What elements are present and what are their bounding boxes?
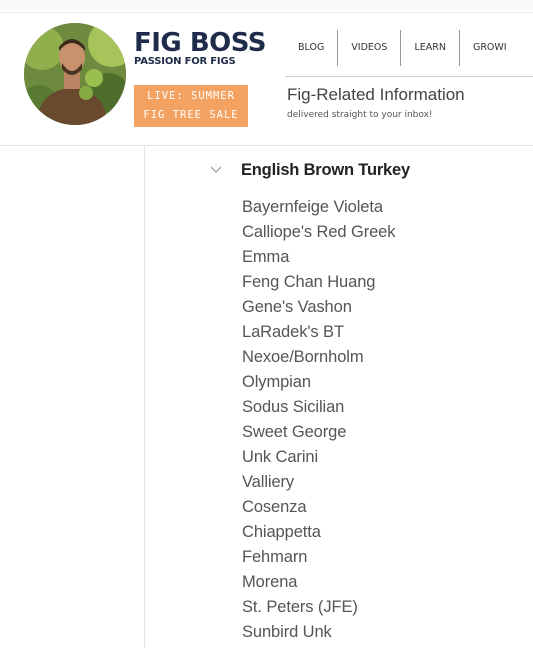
list-item[interactable]: Nexoe/Bornholm bbox=[242, 345, 395, 370]
list-item[interactable]: Sweet George bbox=[242, 420, 395, 445]
list-item[interactable]: Unk Carini bbox=[242, 445, 395, 470]
site-header: FIG BOSS PASSION FOR FIGS BLOG VIDEOS LE… bbox=[0, 13, 533, 146]
nav-item-videos[interactable]: VIDEOS bbox=[338, 30, 400, 66]
variety-group-title: English Brown Turkey bbox=[241, 160, 410, 179]
list-item[interactable]: Calliope's Red Greek bbox=[242, 220, 395, 245]
sale-banner-line2: FIG TREE SALE bbox=[143, 109, 239, 121]
list-item[interactable]: Bayernfeige Violeta bbox=[242, 195, 395, 220]
newsletter-title: Fig-Related Information bbox=[287, 85, 465, 104]
list-item[interactable]: Emma bbox=[242, 245, 395, 270]
list-item[interactable]: Valliery bbox=[242, 470, 395, 495]
content-divider bbox=[144, 146, 145, 648]
list-item[interactable]: Olympian bbox=[242, 370, 395, 395]
list-item[interactable]: Sodus Sicilian bbox=[242, 395, 395, 420]
list-item[interactable]: Chiappetta bbox=[242, 520, 395, 545]
list-item[interactable]: Fehmarn bbox=[242, 545, 395, 570]
list-item[interactable]: Sunbird Unk bbox=[242, 620, 395, 645]
list-item[interactable]: LaRadek's BT bbox=[242, 320, 395, 345]
list-item[interactable]: Morena bbox=[242, 570, 395, 595]
nav-item-learn[interactable]: LEARN bbox=[401, 30, 459, 66]
nav-item-blog[interactable]: BLOG bbox=[285, 30, 337, 66]
list-item[interactable]: Cosenza bbox=[242, 495, 395, 520]
sale-banner-button[interactable]: LIVE: SUMMER FIG TREE SALE bbox=[134, 85, 248, 127]
main-nav: BLOG VIDEOS LEARN GROWI bbox=[285, 30, 520, 66]
avatar-photo bbox=[24, 23, 126, 125]
nav-item-growing[interactable]: GROWI bbox=[460, 30, 520, 66]
list-item[interactable]: Gene's Vashon bbox=[242, 295, 395, 320]
sale-banner-line1: LIVE: SUMMER bbox=[147, 90, 235, 102]
variety-group-toggle[interactable]: English Brown Turkey bbox=[210, 158, 410, 182]
top-bar bbox=[0, 0, 533, 13]
avatar[interactable] bbox=[24, 23, 126, 125]
variety-list: Bayernfeige Violeta Calliope's Red Greek… bbox=[242, 195, 395, 645]
newsletter-subtitle: delivered straight to your inbox! bbox=[287, 110, 433, 120]
logo-title[interactable]: FIG BOSS bbox=[134, 29, 267, 57]
chevron-down-icon[interactable] bbox=[210, 158, 234, 182]
header-divider bbox=[285, 76, 533, 77]
list-item[interactable]: St. Peters (JFE) bbox=[242, 595, 395, 620]
logo-subtitle: PASSION FOR FIGS bbox=[134, 56, 236, 67]
list-item[interactable]: Feng Chan Huang bbox=[242, 270, 395, 295]
